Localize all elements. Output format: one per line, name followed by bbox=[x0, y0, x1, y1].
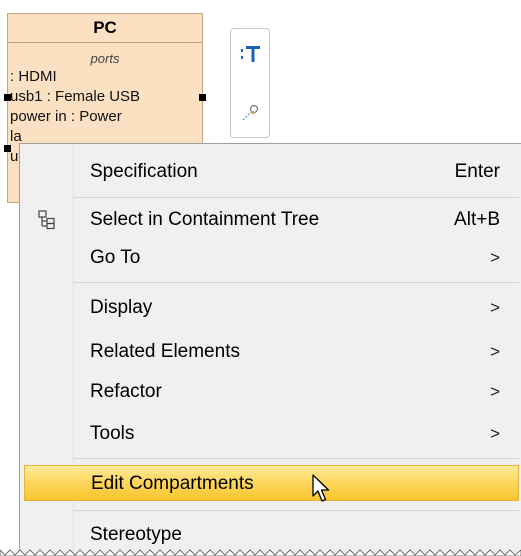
port-marker-usb1-left[interactable] bbox=[4, 94, 11, 101]
port-marker-usb1-right[interactable] bbox=[199, 94, 206, 101]
submenu-arrow-icon: > bbox=[490, 382, 500, 401]
menu-item-tools[interactable]: Tools > bbox=[20, 416, 519, 452]
port-partial-2: u bbox=[10, 148, 19, 165]
port-power-in[interactable]: power in : Power bbox=[10, 108, 122, 125]
menu-separator bbox=[74, 197, 519, 198]
ports-compartment-title: ports bbox=[90, 51, 120, 66]
menu-item-refactor[interactable]: Refactor > bbox=[20, 374, 519, 410]
menu-item-select-in-containment-tree[interactable]: Select in Containment Tree Alt+B bbox=[20, 202, 519, 238]
containment-tree-icon bbox=[38, 210, 58, 230]
menu-item-edit-compartments[interactable]: Edit Compartments bbox=[24, 465, 519, 501]
menu-item-related-elements[interactable]: Related Elements > bbox=[20, 334, 519, 370]
menu-item-specification[interactable]: Specification Enter bbox=[20, 154, 519, 190]
mouse-pointer-icon bbox=[312, 474, 334, 504]
block-name: PC bbox=[8, 14, 202, 43]
pin-icon[interactable] bbox=[238, 99, 264, 125]
menu-separator bbox=[74, 458, 519, 459]
menu-separator bbox=[74, 510, 519, 511]
submenu-arrow-icon: > bbox=[490, 342, 500, 361]
context-menu: Specification Enter Select in Containmen… bbox=[19, 143, 521, 556]
smart-manipulator-toolbar bbox=[230, 28, 270, 138]
submenu-arrow-icon: > bbox=[490, 298, 500, 317]
menu-item-go-to[interactable]: Go To > bbox=[20, 240, 519, 276]
port-hdmi[interactable]: : HDMI bbox=[10, 68, 57, 85]
menu-separator bbox=[74, 282, 519, 283]
text-icon[interactable] bbox=[238, 41, 264, 67]
menu-item-display[interactable]: Display > bbox=[20, 290, 519, 326]
torn-edge bbox=[0, 549, 521, 556]
port-marker-left[interactable] bbox=[4, 145, 11, 152]
submenu-arrow-icon: > bbox=[490, 248, 500, 267]
submenu-arrow-icon: > bbox=[490, 424, 500, 443]
port-usb1[interactable]: usb1 : Female USB bbox=[10, 88, 140, 105]
